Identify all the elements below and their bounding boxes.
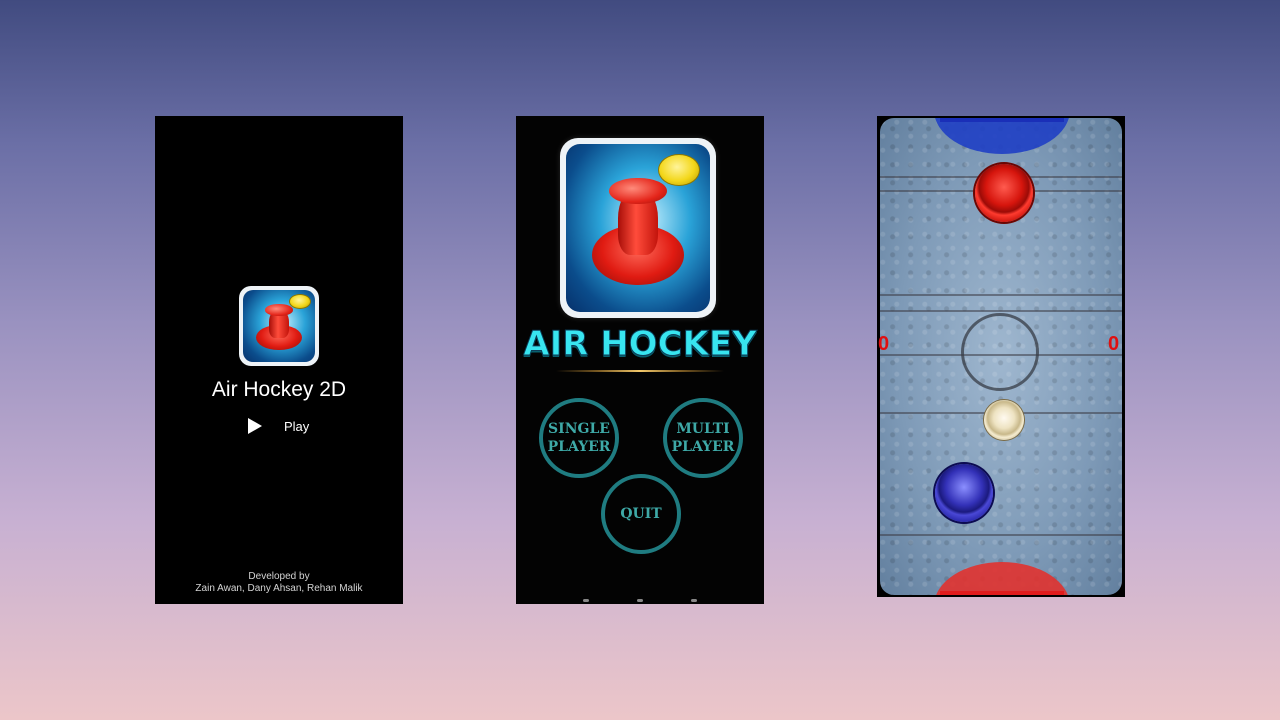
blue-mallet[interactable]	[935, 464, 993, 522]
single-player-label-1: SINGLE	[548, 421, 610, 437]
top-goal-line	[940, 118, 1064, 122]
developed-by-label: Developed by	[248, 571, 310, 582]
game-logo-text: AIR HOCKEY	[523, 324, 757, 365]
center-circle	[961, 313, 1039, 391]
game-screen: 0 0	[877, 116, 1125, 597]
rink-line	[880, 294, 1122, 296]
multi-player-label-1: MULTI	[676, 421, 730, 437]
air-hockey-icon	[566, 144, 710, 312]
play-label: Play	[284, 418, 310, 434]
hockey-table[interactable]	[880, 118, 1122, 595]
system-nav-bar	[516, 599, 764, 604]
developer-credits: Developed by Zain Awan, Dany Ahsan, Reha…	[155, 571, 403, 595]
red-mallet[interactable]	[975, 164, 1033, 222]
menu-screen: AIR HOCKEY SINGLE PLAYER MULTI PLAYER QU…	[516, 116, 764, 604]
play-button[interactable]: Play	[248, 418, 309, 434]
bottom-goal-line	[940, 591, 1064, 595]
multi-player-button[interactable]: MULTI PLAYER	[663, 398, 743, 478]
splash-screen: Air Hockey 2D Play Developed by Zain Awa…	[155, 116, 403, 604]
multi-player-label-2: PLAYER	[671, 439, 735, 455]
play-icon	[248, 418, 262, 434]
app-icon	[239, 286, 319, 366]
divider-glow	[556, 370, 724, 372]
nav-recents-icon[interactable]	[691, 599, 697, 602]
score-left: 0	[878, 333, 890, 355]
top-goal-zone	[934, 118, 1070, 154]
rink-line	[880, 534, 1122, 536]
developer-names: Zain Awan, Dany Ahsan, Rehan Malik	[195, 583, 363, 594]
quit-label: QUIT	[620, 506, 662, 522]
score-right: 0	[1108, 333, 1120, 355]
air-hockey-icon	[243, 290, 315, 362]
app-logo-image	[560, 138, 716, 318]
nav-home-icon[interactable]	[637, 599, 643, 602]
nav-back-icon[interactable]	[583, 599, 589, 602]
rink-line	[880, 310, 1122, 312]
single-player-button[interactable]: SINGLE PLAYER	[539, 398, 619, 478]
quit-button[interactable]: QUIT	[601, 474, 681, 554]
single-player-label-2: PLAYER	[547, 439, 611, 455]
app-title: Air Hockey 2D	[211, 378, 347, 401]
puck	[984, 400, 1024, 440]
